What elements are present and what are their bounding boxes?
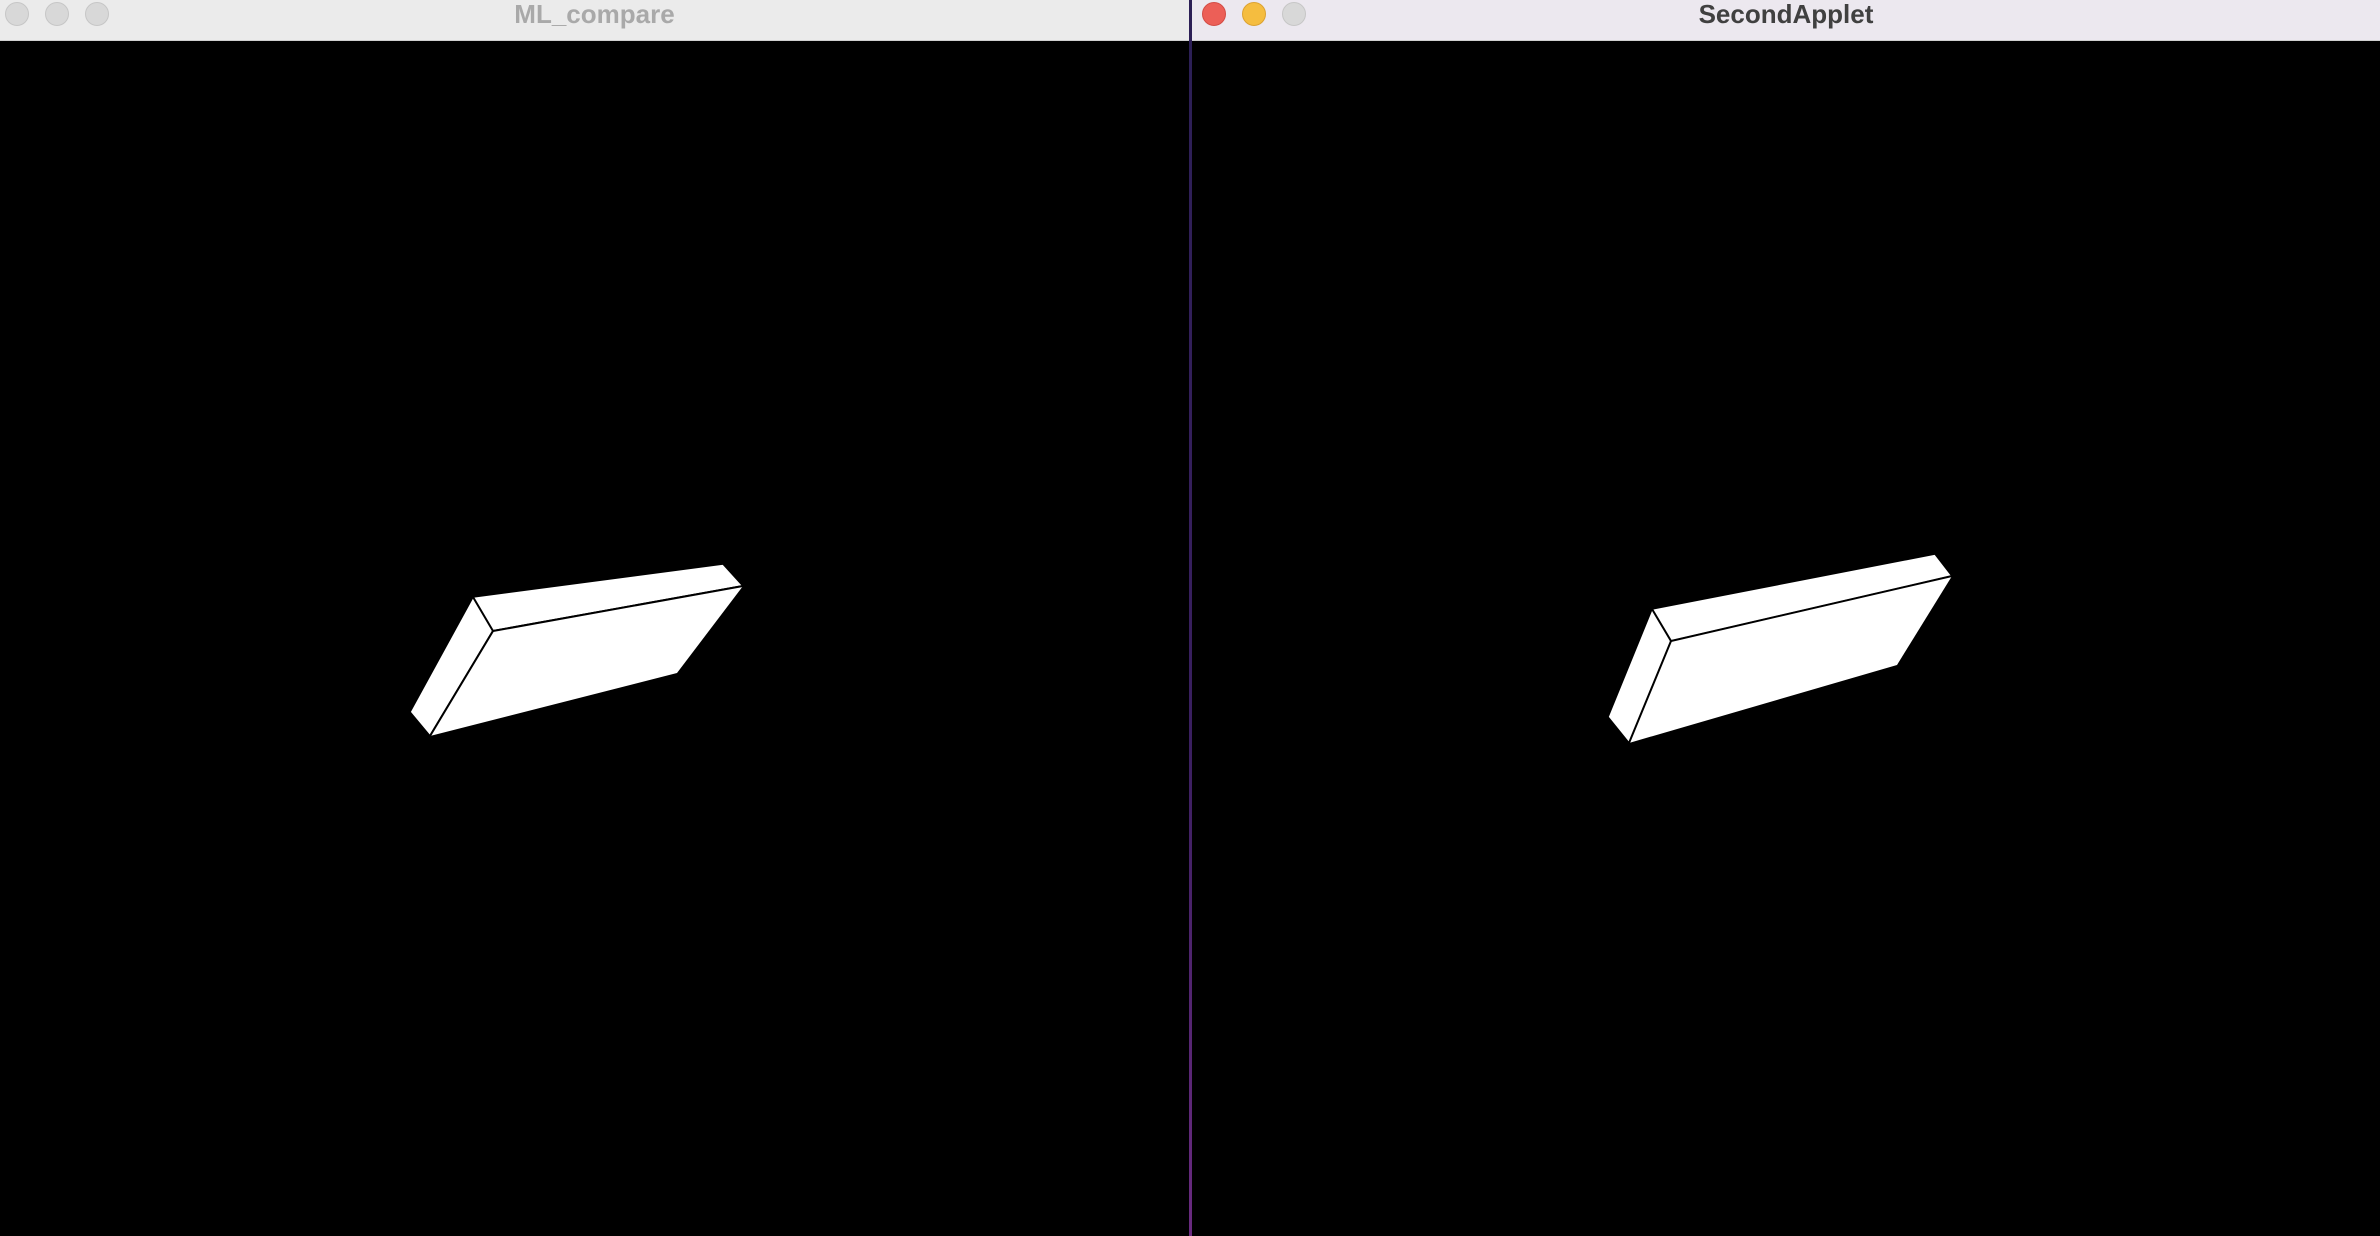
window-titlebar[interactable]: ML_compare: [0, 0, 1189, 41]
window-title: ML_compare: [514, 0, 675, 29]
window-titlebar[interactable]: SecondApplet: [1192, 0, 2380, 41]
ml-compare-window[interactable]: ML_compare: [0, 0, 1189, 1236]
window-title: SecondApplet: [1698, 0, 1874, 29]
sketch-canvas[interactable]: [0, 41, 1189, 1236]
box-render: [409, 563, 745, 738]
second-applet-window[interactable]: SecondApplet: [1192, 0, 2380, 1236]
box-render: [1607, 553, 1954, 745]
sketch-canvas[interactable]: [1192, 41, 2380, 1236]
